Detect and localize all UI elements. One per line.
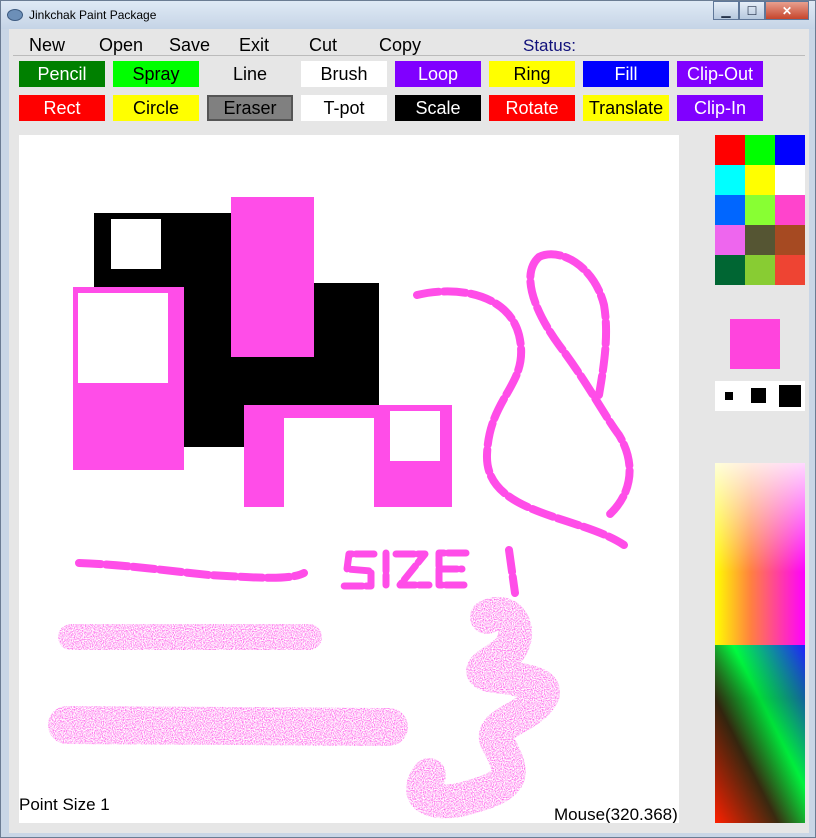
window-controls: ▁ ☐ ✕ [713, 1, 809, 20]
tool-spray-button[interactable]: Spray [113, 61, 199, 87]
color-palette [715, 135, 805, 825]
tool-circle-button[interactable]: Circle [113, 95, 199, 121]
palette-swatch[interactable] [715, 135, 745, 165]
point-size-picker [715, 381, 805, 411]
tool-t-pot-button[interactable]: T-pot [301, 95, 387, 121]
tool-fill-button[interactable]: Fill [583, 61, 669, 87]
gradient-picker-top[interactable] [715, 463, 805, 645]
magenta-rect-tall [231, 197, 314, 357]
menu-divider [13, 55, 805, 56]
tool-clip-in-button[interactable]: Clip-In [677, 95, 763, 121]
menu-open[interactable]: Open [99, 35, 143, 56]
title-bar: Jinkchak Paint Package ▁ ☐ ✕ [1, 1, 815, 29]
point-size-large[interactable] [779, 385, 801, 407]
client-area: New Open Save Exit Cut Copy Status: Penc… [9, 29, 809, 833]
tool-line-button[interactable]: Line [207, 61, 293, 87]
tool-rect-button[interactable]: Rect [19, 95, 105, 121]
point-size-small[interactable] [725, 392, 733, 400]
palette-swatch[interactable] [775, 195, 805, 225]
palette-swatch[interactable] [745, 255, 775, 285]
palette-swatch[interactable] [715, 225, 745, 255]
palette-swatch[interactable] [775, 165, 805, 195]
spray-stroke-squiggle [406, 597, 560, 819]
letter-e [435, 549, 470, 589]
menu-cut[interactable]: Cut [309, 35, 337, 56]
maximize-button[interactable]: ☐ [739, 1, 765, 20]
menu-save[interactable]: Save [169, 35, 210, 56]
tool-eraser-button[interactable]: Eraser [207, 95, 293, 121]
menu-new[interactable]: New [29, 35, 65, 56]
menu-copy[interactable]: Copy [379, 35, 421, 56]
minimize-button[interactable]: ▁ [713, 1, 739, 20]
tool-scale-button[interactable]: Scale [395, 95, 481, 121]
canvas-drawing [48, 197, 634, 819]
palette-swatch[interactable] [715, 165, 745, 195]
letter-z [392, 550, 433, 589]
letter-s [340, 550, 378, 590]
palette-swatch[interactable] [775, 225, 805, 255]
menu-bar: New Open Save Exit Cut Copy Status: [13, 31, 805, 55]
white-inner-left [78, 293, 168, 383]
mouse-position-readout: Mouse(320.368) [554, 805, 678, 823]
app-window: Jinkchak Paint Package ▁ ☐ ✕ New Open Sa… [0, 0, 816, 838]
drawing-canvas[interactable]: Point Size 1 Mouse(320.368) [19, 135, 679, 823]
palette-swatch[interactable] [775, 255, 805, 285]
spray-stroke-long [48, 706, 408, 746]
point-size-medium[interactable] [751, 388, 766, 403]
palette-swatch[interactable] [745, 135, 775, 165]
tool-loop-button[interactable]: Loop [395, 61, 481, 87]
minimize-icon: ▁ [721, 3, 731, 18]
current-color-preview [730, 319, 780, 369]
status-label: Status: [523, 36, 576, 55]
palette-swatch[interactable] [715, 195, 745, 225]
white-inner-right [390, 411, 440, 461]
palette-swatch[interactable] [745, 195, 775, 225]
white-square [111, 219, 161, 269]
close-button[interactable]: ✕ [765, 1, 809, 20]
tool-translate-button[interactable]: Translate [583, 95, 669, 121]
brush-stroke-one [505, 546, 519, 597]
point-size-readout: Point Size 1 [19, 795, 110, 814]
tool-clip-out-button[interactable]: Clip-Out [677, 61, 763, 87]
palette-swatch[interactable] [745, 165, 775, 195]
window-title: Jinkchak Paint Package [29, 8, 157, 22]
close-icon: ✕ [781, 3, 793, 18]
app-icon [7, 9, 23, 21]
tool-ring-button[interactable]: Ring [489, 61, 575, 87]
palette-swatch[interactable] [715, 255, 745, 285]
brush-stroke-loop [526, 250, 634, 519]
gradient-picker-bottom[interactable] [715, 645, 805, 823]
palette-swatch[interactable] [745, 225, 775, 255]
menu-exit[interactable]: Exit [239, 35, 269, 56]
tool-pencil-button[interactable]: Pencil [19, 61, 105, 87]
tool-rotate-button[interactable]: Rotate [489, 95, 575, 121]
tool-brush-button[interactable]: Brush [301, 61, 387, 87]
brush-stroke-line [75, 559, 308, 582]
maximize-icon: ☐ [746, 3, 758, 18]
palette-swatch[interactable] [775, 135, 805, 165]
